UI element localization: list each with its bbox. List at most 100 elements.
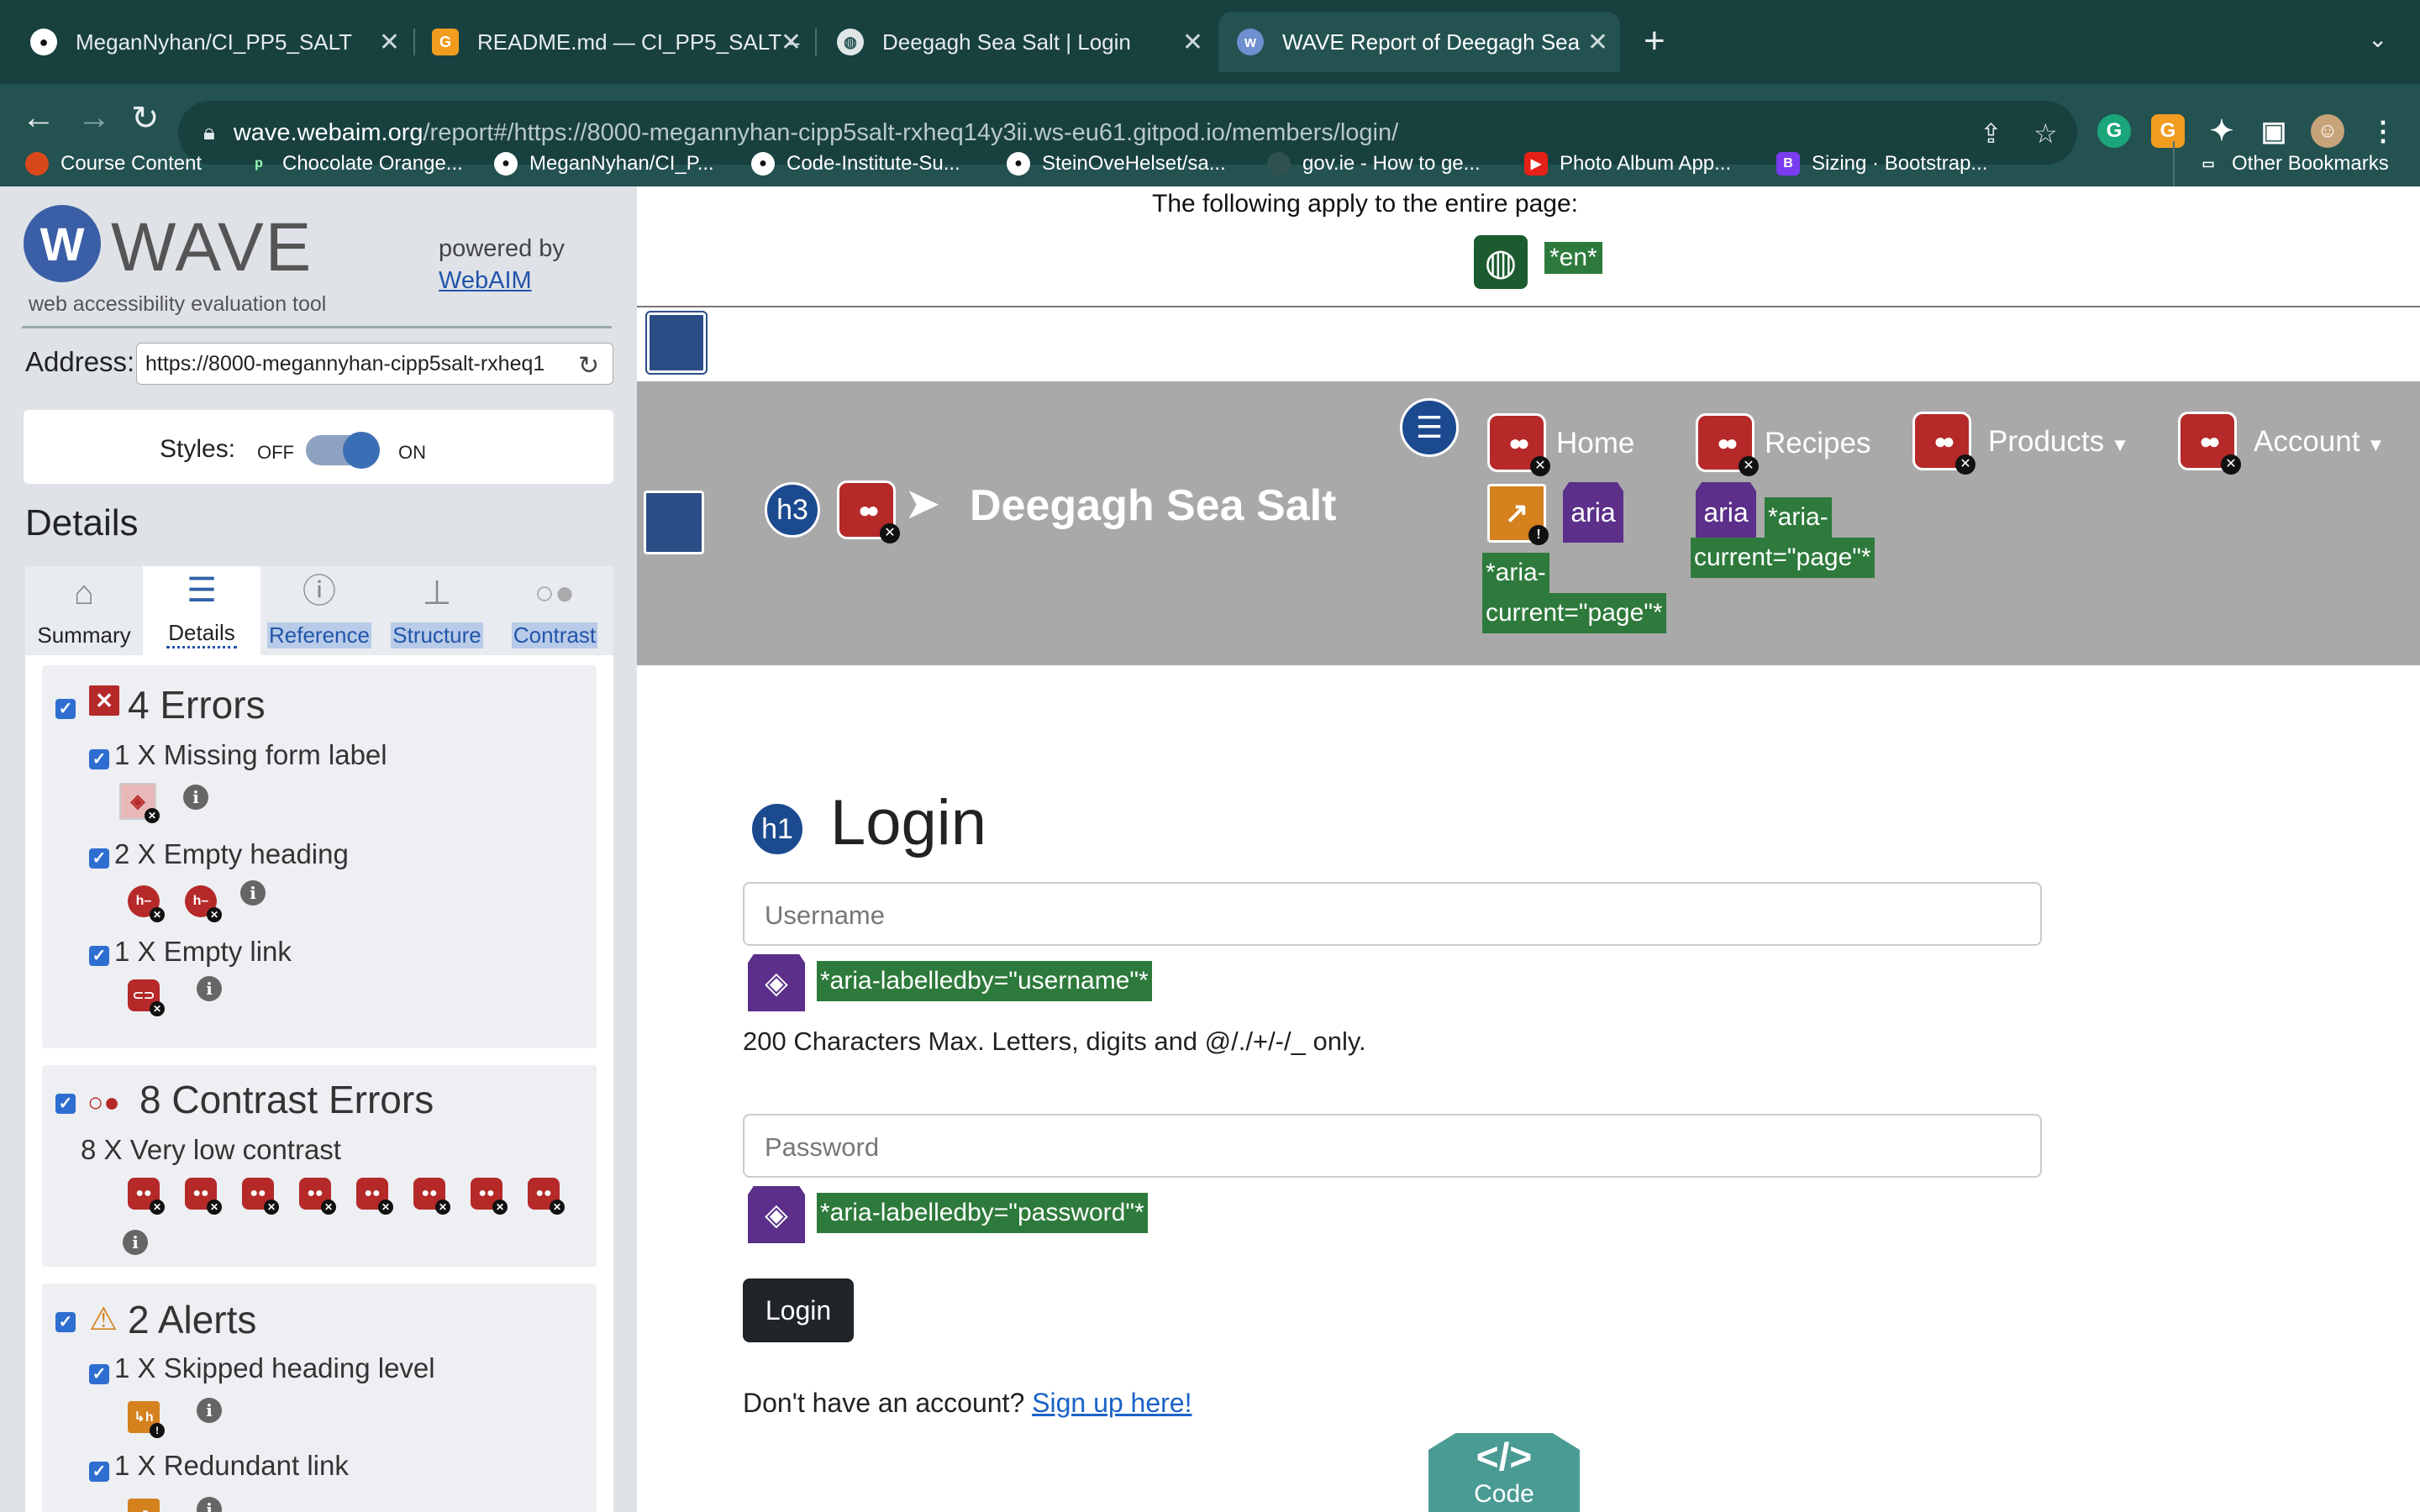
close-icon[interactable]: ✕: [1587, 28, 1608, 57]
header-region-icon[interactable]: [647, 312, 706, 373]
bookmark-item[interactable]: Course Content: [25, 141, 202, 186]
redundant-link-icon[interactable]: ↗!: [128, 1499, 160, 1512]
styles-off-label: OFF: [257, 442, 294, 463]
back-arrow-icon[interactable]: ←: [22, 99, 55, 137]
webaim-link[interactable]: WebAIM: [439, 267, 532, 295]
info-icon[interactable]: i: [123, 1230, 148, 1255]
nav-account-dropdown[interactable]: Account ▼: [2254, 425, 2385, 459]
h3-heading-icon[interactable]: h3: [765, 482, 820, 538]
tab-reference[interactable]: ⓘ Reference: [260, 566, 378, 655]
browser-tab-readme[interactable]: G README.md — CI_PP5_SALT – ✕: [415, 12, 813, 72]
code-panel-toggle[interactable]: </> Code: [1428, 1433, 1580, 1512]
forward-arrow-icon[interactable]: →: [77, 99, 111, 137]
new-tab-button[interactable]: +: [1644, 20, 1665, 62]
empty-heading-checkbox[interactable]: ✓: [89, 848, 109, 869]
other-bookmarks[interactable]: ▭ Other Bookmarks: [2173, 141, 2389, 186]
styles-toggle-panel: Styles: OFF ON: [24, 410, 613, 484]
empty-heading-icon[interactable]: h– ✕: [185, 885, 222, 922]
bookmark-item[interactable]: ● SteinOveHelset/sa...: [1007, 141, 1226, 186]
wave-logo-icon: W: [24, 205, 101, 282]
signup-prompt-text: Don't have an account?: [743, 1388, 1025, 1418]
contrast-error-icon[interactable]: ●● ✕: [242, 1178, 279, 1215]
nav-recipes-link[interactable]: Recipes: [1765, 427, 1870, 460]
language-globe-icon[interactable]: ◍: [1474, 235, 1528, 289]
tab-structure[interactable]: ⊥ Structure: [378, 566, 496, 655]
tab-contrast[interactable]: ○● Contrast: [496, 566, 613, 655]
bookmark-item[interactable]: ▶ Photo Album App...: [1524, 141, 1731, 186]
browser-tab-login[interactable]: ◍ Deegagh Sea Salt | Login ✕: [817, 12, 1215, 72]
browser-tab-wave[interactable]: w WAVE Report of Deegagh Sea ✕: [1218, 12, 1620, 72]
empty-link-icon[interactable]: ⊂⊃ ✕: [128, 979, 165, 1016]
contrast-error-icon[interactable]: ●● ✕: [471, 1178, 508, 1215]
reload-icon[interactable]: ↻: [131, 99, 160, 138]
tab-label: Structure: [391, 622, 483, 648]
signup-link[interactable]: Sign up here!: [1032, 1388, 1192, 1418]
username-input[interactable]: Username: [743, 882, 2042, 946]
contrast-error-icon[interactable]: ●● ✕: [2178, 412, 2241, 475]
nav-home-link[interactable]: Home: [1556, 427, 1634, 460]
reload-icon[interactable]: ↻: [578, 351, 599, 381]
contrast-error-icon[interactable]: ●● ✕: [837, 480, 900, 543]
info-icon[interactable]: i: [240, 880, 266, 906]
empty-link-checkbox[interactable]: ✓: [89, 946, 109, 966]
contrast-error-icon[interactable]: ●● ✕: [356, 1178, 393, 1215]
site-navbar: h3 ●● ✕ ➤ Deegagh Sea Salt ☰ ●● ✕ Home ↗! …: [637, 381, 2420, 665]
aria-icon[interactable]: aria: [1696, 482, 1756, 543]
bookmark-item[interactable]: ● Code-Institute-Su...: [751, 141, 960, 186]
redundant-link-checkbox[interactable]: ✓: [89, 1462, 109, 1482]
info-icon[interactable]: i: [197, 1398, 222, 1423]
tab-details[interactable]: ☰ Details: [143, 566, 260, 655]
brand-name[interactable]: Deegagh Sea Salt: [970, 480, 1336, 531]
label-tag-icon[interactable]: ◈: [748, 954, 805, 1011]
divider: [22, 326, 612, 328]
contrast-error-icon[interactable]: ●● ✕: [299, 1178, 336, 1215]
aria-icon[interactable]: aria: [1563, 482, 1623, 543]
alerts-checkbox[interactable]: ✓: [55, 1312, 76, 1332]
bookmark-item[interactable]: p Chocolate Orange...: [247, 141, 463, 186]
h1-heading-icon[interactable]: h1: [750, 801, 805, 857]
contrast-error-icon[interactable]: ●● ✕: [185, 1178, 222, 1215]
bookmark-item[interactable]: B Sizing · Bootstrap...: [1776, 141, 1987, 186]
bookmark-item[interactable]: ● MeganNyhan/CI_P...: [494, 141, 714, 186]
nav-products-dropdown[interactable]: Products ▼: [1988, 425, 2129, 459]
contrast-icon: ○●: [87, 1087, 120, 1117]
close-icon[interactable]: ✕: [379, 28, 400, 57]
list-icon[interactable]: ☰: [1400, 398, 1459, 457]
contrast-error-icon[interactable]: ●● ✕: [1696, 413, 1759, 476]
styles-toggle[interactable]: [306, 432, 380, 469]
address-input[interactable]: https://8000-megannyhan-cipp5salt-rxheq1: [136, 343, 613, 385]
password-input[interactable]: Password: [743, 1114, 2042, 1178]
chevron-down-icon[interactable]: ⌄: [2368, 25, 2387, 53]
folder-icon: ▭: [2202, 157, 2215, 171]
close-icon[interactable]: ✕: [781, 28, 802, 57]
close-icon[interactable]: ✕: [1182, 28, 1203, 57]
errors-checkbox[interactable]: ✓: [55, 699, 76, 719]
contrast-error-icon[interactable]: ●● ✕: [413, 1178, 450, 1215]
bookmark-label: Chocolate Orange...: [282, 152, 463, 175]
skipped-heading-icon[interactable]: ↳h!: [128, 1401, 165, 1438]
low-contrast-item: 8 X Very low contrast: [81, 1134, 341, 1165]
skipped-heading-item: 1 X Skipped heading level: [114, 1352, 435, 1383]
label-tag-icon[interactable]: ◈: [748, 1186, 805, 1243]
info-icon[interactable]: i: [197, 1497, 222, 1512]
contrast-error-icon[interactable]: ●● ✕: [528, 1178, 565, 1215]
login-heading: Login: [830, 787, 986, 858]
contrast-error-icon[interactable]: ●● ✕: [1487, 413, 1550, 476]
login-button[interactable]: Login: [743, 1278, 854, 1342]
missing-label-icon[interactable]: ◈ ✕: [119, 783, 160, 823]
tab-summary[interactable]: ⌂ Summary: [25, 566, 143, 655]
bookmark-label: MeganNyhan/CI_P...: [529, 152, 714, 175]
contrast-error-icon[interactable]: ●● ✕: [128, 1178, 165, 1215]
missing-label-checkbox[interactable]: ✓: [89, 749, 109, 769]
info-icon[interactable]: i: [197, 976, 222, 1001]
skipped-heading-checkbox[interactable]: ✓: [89, 1364, 109, 1384]
contrast-error-icon[interactable]: ●● ✕: [1912, 412, 1975, 475]
bookmark-item[interactable]: gov.ie - How to ge...: [1267, 141, 1481, 186]
info-icon[interactable]: i: [183, 785, 208, 810]
navigation-region-icon[interactable]: [644, 491, 704, 554]
empty-heading-icon[interactable]: h– ✕: [128, 885, 165, 922]
redundant-link-icon[interactable]: ↗!: [1487, 484, 1549, 545]
address-label: Address:: [25, 346, 135, 377]
browser-tab-github[interactable]: ● MeganNyhan/CI_PP5_SALT ✕: [0, 12, 412, 72]
contrast-checkbox[interactable]: ✓: [55, 1094, 76, 1114]
